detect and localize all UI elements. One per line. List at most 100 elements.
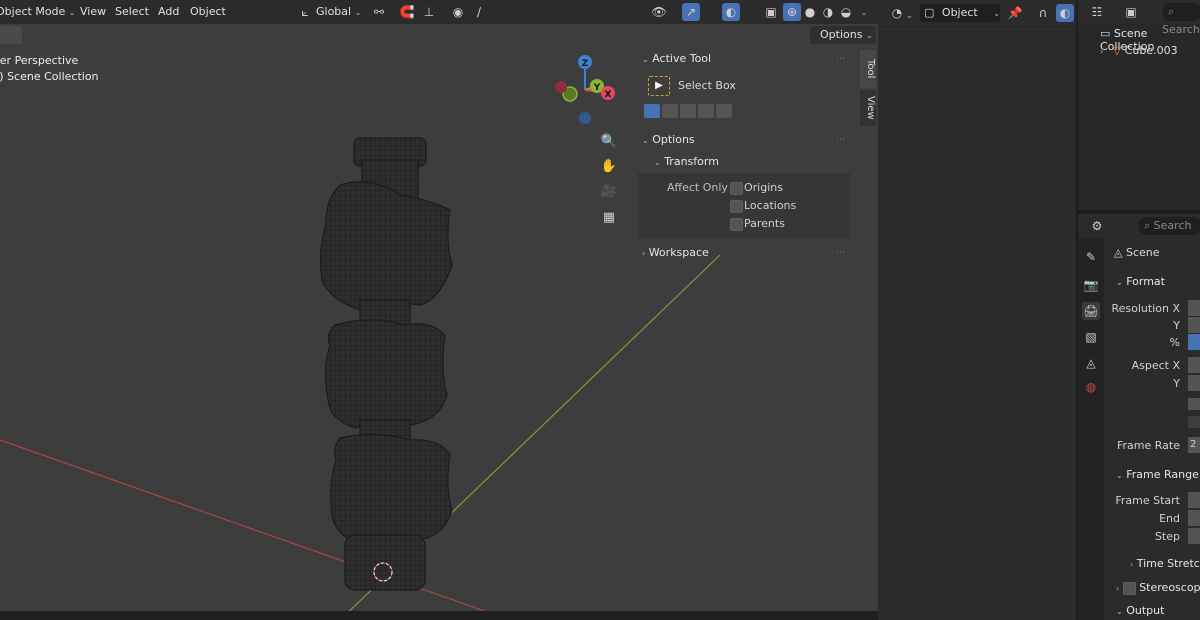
- resolution-y-field[interactable]: [1188, 317, 1200, 333]
- select-mode-extend-icon[interactable]: [662, 104, 678, 118]
- editor-type-icon[interactable]: ◔: [888, 4, 906, 22]
- select-mode-invert-icon[interactable]: [698, 104, 714, 118]
- tab-view[interactable]: View: [860, 90, 876, 126]
- toolbar-toggle-button[interactable]: [0, 26, 22, 44]
- scene-breadcrumb: ◬ Scene: [1114, 246, 1160, 259]
- menu-object[interactable]: Object: [190, 0, 226, 24]
- overlay-toggle-icon[interactable]: ◐: [722, 3, 740, 21]
- output-section-header[interactable]: ⌄ Output: [1116, 604, 1164, 617]
- drag-handle-icon[interactable]: ⋯: [836, 135, 845, 145]
- chevron-down-icon: ⌄: [1116, 471, 1123, 480]
- frame-end-field[interactable]: [1188, 510, 1200, 526]
- gizmo-y-label: Y: [593, 83, 601, 93]
- gizmo-z-label: Z: [582, 59, 589, 69]
- menu-view[interactable]: View: [80, 0, 106, 24]
- chevron-down-icon: ⌄: [642, 55, 649, 64]
- output-title: Output: [1126, 604, 1165, 617]
- options-button[interactable]: Options ⌄: [810, 26, 876, 44]
- parents-checkbox[interactable]: [730, 218, 743, 231]
- grid-perspective-icon[interactable]: ▦: [598, 206, 620, 228]
- frame-rate-label: Frame Rate: [1117, 439, 1180, 452]
- format-title: Format: [1126, 275, 1165, 288]
- visibility-icon[interactable]: 👁: [650, 3, 668, 21]
- overlay-toggle-icon[interactable]: ◐: [1056, 4, 1074, 22]
- view-layer-tab-icon[interactable]: ▧: [1082, 328, 1100, 346]
- resolution-percent-slider[interactable]: [1188, 334, 1200, 350]
- orientation-dropdown[interactable]: Global ⌄: [316, 0, 361, 24]
- active-tool-title: Active Tool: [652, 52, 712, 65]
- outliner-editor-icon[interactable]: ☷: [1088, 3, 1106, 21]
- output-tab-icon[interactable]: 🖨: [1082, 302, 1100, 320]
- display-mode-icon[interactable]: ▣: [1122, 3, 1140, 21]
- wireframe-shading-icon[interactable]: ⊕: [783, 3, 801, 21]
- drag-handle-icon[interactable]: ⋯: [836, 54, 845, 64]
- outliner-item-cube[interactable]: › ▽ Cube.003: [1100, 44, 1178, 57]
- snap-target-icon[interactable]: ⊥: [420, 3, 438, 21]
- snap-icon[interactable]: ∩: [1034, 4, 1052, 22]
- gizmo-toggle-icon[interactable]: ↗: [682, 3, 700, 21]
- rendered-shading-icon[interactable]: ◒: [837, 3, 855, 21]
- material-shading-icon[interactable]: ◑: [819, 3, 837, 21]
- scene-tab-icon[interactable]: ◬: [1082, 354, 1100, 372]
- menu-select[interactable]: Select: [115, 0, 149, 24]
- tool-tab-icon[interactable]: ✎: [1082, 248, 1100, 266]
- render-region-checkbox[interactable]: [1188, 398, 1200, 410]
- zoom-icon[interactable]: 🔍: [598, 130, 620, 152]
- falloff-icon[interactable]: ∕: [470, 3, 488, 21]
- sidebar-panel: ⌄ Active Tool ⋯ ▶ Select Box ⌄ Options ⋯…: [636, 46, 852, 266]
- pin-icon[interactable]: 📌: [1006, 4, 1024, 22]
- render-tab-icon[interactable]: 📷: [1082, 276, 1100, 294]
- aspect-y-field[interactable]: [1188, 375, 1200, 391]
- mode-dropdown[interactable]: Object Mode ⌄: [0, 0, 76, 24]
- snap-icon[interactable]: 🧲: [398, 3, 416, 21]
- format-section-header[interactable]: ⌄ Format: [1116, 275, 1165, 288]
- properties-search-input[interactable]: ⌕ Search: [1138, 217, 1200, 235]
- solid-shading-icon[interactable]: ●: [801, 3, 819, 21]
- workspace-header[interactable]: › Workspace: [642, 242, 709, 264]
- frame-start-field[interactable]: [1188, 492, 1200, 508]
- chevron-down-icon: ⌄: [906, 11, 913, 20]
- crop-region-checkbox[interactable]: [1188, 416, 1200, 428]
- shading-options-icon[interactable]: ⌄: [855, 3, 873, 21]
- origins-checkbox[interactable]: [730, 182, 743, 195]
- chevron-down-icon: ⌄: [993, 9, 1000, 18]
- chevron-down-icon: ⌄: [1116, 607, 1123, 616]
- outliner-search-input[interactable]: ⌕ Search: [1162, 3, 1200, 36]
- time-stretching-section-header[interactable]: › Time Stretching: [1130, 557, 1200, 570]
- status-bar: [0, 611, 878, 620]
- select-mode-new-icon[interactable]: [644, 104, 660, 118]
- proportional-edit-icon[interactable]: ◉: [449, 3, 467, 21]
- search-icon: ⌕: [1144, 219, 1151, 232]
- frame-rate-dropdown[interactable]: 2: [1188, 437, 1200, 453]
- options-header[interactable]: ⌄ Options: [642, 129, 695, 151]
- outliner-header: ☷ ▣ ⌕ Search: [1078, 0, 1200, 36]
- secondary-editor[interactable]: [878, 0, 1076, 620]
- tab-tool[interactable]: Tool: [860, 50, 876, 88]
- stereoscopy-title: Stereoscopy: [1139, 581, 1200, 594]
- locations-checkbox[interactable]: [730, 200, 743, 213]
- menu-add[interactable]: Add: [158, 0, 179, 24]
- transform-header[interactable]: ⌄ Transform: [654, 151, 719, 173]
- aspect-x-field[interactable]: [1188, 357, 1200, 373]
- pan-hand-icon[interactable]: ✋: [598, 155, 620, 177]
- pivot-icon[interactable]: ⚯: [370, 3, 388, 21]
- active-tool-header[interactable]: ⌄ Active Tool: [642, 48, 711, 70]
- xray-icon[interactable]: ▣: [762, 3, 780, 21]
- stereoscopy-checkbox[interactable]: [1122, 581, 1136, 595]
- camera-icon[interactable]: 🎥: [598, 180, 620, 202]
- frame-range-section-header[interactable]: ⌄ Frame Range: [1116, 468, 1199, 481]
- select-mode-subtract-icon[interactable]: [680, 104, 696, 118]
- object-dropdown[interactable]: ▢ Object ⌄: [920, 4, 1000, 22]
- options-title: Options: [652, 133, 695, 146]
- select-mode-intersect-icon[interactable]: [716, 104, 732, 118]
- stereoscopy-section-header[interactable]: › Stereoscopy: [1116, 581, 1200, 595]
- scene-label: Scene: [1125, 246, 1160, 259]
- world-tab-icon[interactable]: ◍: [1082, 378, 1100, 396]
- transform-orientation-icon: ⟀: [301, 4, 309, 19]
- frame-start-label: Frame Start: [1115, 494, 1180, 507]
- resolution-x-field[interactable]: [1188, 300, 1200, 316]
- properties-editor-icon[interactable]: ⚙: [1088, 217, 1106, 235]
- frame-step-field[interactable]: [1188, 528, 1200, 544]
- drag-handle-icon[interactable]: ⋯: [836, 248, 845, 258]
- select-box-icon[interactable]: ▶: [648, 76, 670, 96]
